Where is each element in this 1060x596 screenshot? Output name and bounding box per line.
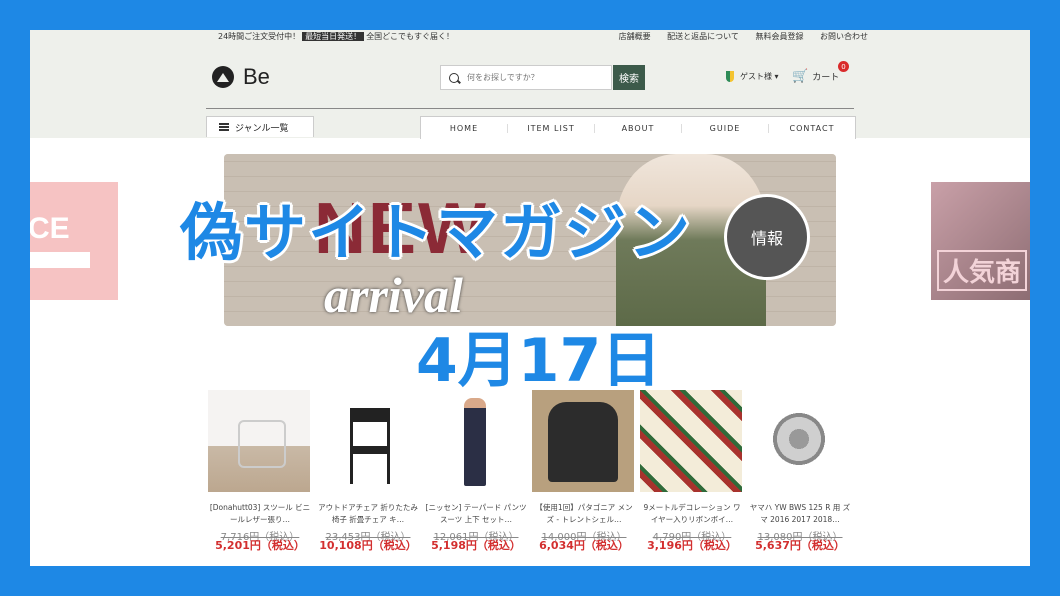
- search-icon: [449, 72, 459, 83]
- product-sale-price: 5,201円（税込）: [215, 539, 305, 552]
- link-store-info[interactable]: 店舗概要: [619, 32, 651, 41]
- beginner-leaf-icon: [726, 71, 734, 82]
- guest-menu[interactable]: ゲスト様 ▾: [726, 71, 779, 82]
- overlay-date: 4月17日: [416, 326, 662, 396]
- cart-button[interactable]: 🛒 カート 0: [792, 61, 849, 84]
- promo-ribbon: [30, 252, 90, 268]
- product-card[interactable]: [ニッセン] テーパード パンツスーツ 上下 セット… 12,061円（税込） …: [424, 390, 528, 566]
- guest-label: ゲスト様: [740, 72, 772, 81]
- promo-left-text: CE: [30, 212, 70, 245]
- product-name[interactable]: [Donahutt03] スツール ビニールレザー張り…: [208, 502, 312, 526]
- genre-menu-button[interactable]: ジャンル一覧: [206, 116, 314, 137]
- product-list: [Donahutt03] スツール ビニールレザー張り… 7,716円（税込） …: [208, 390, 850, 566]
- product-image-jacket[interactable]: [532, 390, 634, 492]
- product-card[interactable]: 9メートルデコレーション ワイヤー入りリボンボイ… 4,790円（税込） 3,1…: [640, 390, 744, 566]
- product-sale-price: 6,034円（税込）: [539, 539, 629, 552]
- product-card[interactable]: アウトドアチェア 折りたたみ椅子 折畳チェア キ… 23,453円（税込） 10…: [316, 390, 420, 566]
- cart-label: カート: [812, 73, 840, 83]
- site-logo[interactable]: Be: [212, 64, 270, 90]
- product-image-suit[interactable]: [424, 390, 526, 492]
- product-name[interactable]: ヤマハ YW BWS 125 R 用 ズマ 2016 2017 2018…: [748, 502, 852, 526]
- product-image-chair[interactable]: [316, 390, 418, 492]
- product-sale-price: 5,198円（税込）: [431, 539, 521, 552]
- link-shipping-returns[interactable]: 配送と返品について: [667, 32, 739, 41]
- search-input[interactable]: [465, 72, 609, 83]
- link-register[interactable]: 無料会員登録: [755, 32, 803, 41]
- logo-text: Be: [243, 64, 270, 89]
- nav-item-list[interactable]: ITEM LIST: [508, 123, 595, 133]
- promo-right-text: 人気商: [937, 250, 1028, 291]
- product-sale-price: 3,196円（税込）: [647, 539, 737, 552]
- logo-mark-icon: [212, 66, 234, 88]
- search-box: [440, 65, 612, 90]
- order-notice: 24時間ご注文受付中！: [218, 32, 301, 41]
- product-image-ignition[interactable]: [748, 390, 850, 492]
- promo-banner-left[interactable]: CE: [30, 182, 118, 300]
- top-bar-notice: 24時間ご注文受付中！ 最短当日発送！ 全国どこでもすぐ届く！: [218, 31, 454, 42]
- shipping-badge: 最短当日発送！: [302, 32, 365, 41]
- product-name[interactable]: 【使用1回】パタゴニア メンズ - トレントシェル…: [532, 502, 636, 526]
- product-name[interactable]: アウトドアチェア 折りたたみ椅子 折畳チェア キ…: [316, 502, 420, 526]
- delivery-notice: 全国どこでもすぐ届く！: [366, 32, 454, 41]
- product-sale-price: 5,637円（税込）: [755, 539, 845, 552]
- nav-contact[interactable]: CONTACT: [769, 124, 855, 133]
- cart-icon: 🛒: [792, 69, 809, 84]
- search-button[interactable]: 検索: [613, 65, 645, 90]
- nav-about[interactable]: ABOUT: [595, 123, 682, 133]
- product-name[interactable]: 9メートルデコレーション ワイヤー入りリボンボイ…: [640, 502, 744, 526]
- product-card[interactable]: [Donahutt03] スツール ビニールレザー張り… 7,716円（税込） …: [208, 390, 312, 566]
- cart-count-badge: 0: [838, 61, 849, 72]
- product-card[interactable]: ヤマハ YW BWS 125 R 用 ズマ 2016 2017 2018… 13…: [748, 390, 852, 566]
- store-screenshot: 24時間ご注文受付中！ 最短当日発送！ 全国どこでもすぐ届く！ 店舗概要 配送と返品…: [30, 30, 1030, 566]
- top-bar-links: 店舗概要 配送と返品について 無料会員登録 お問い合わせ: [605, 31, 868, 42]
- nav-home[interactable]: HOME: [421, 123, 508, 133]
- main-nav: HOME ITEM LIST ABOUT GUIDE CONTACT: [420, 116, 856, 139]
- product-image-ribbon[interactable]: [640, 390, 742, 492]
- hero-badge: 情報: [724, 194, 810, 280]
- overlay-title: 偽サイトマガジン: [180, 196, 693, 269]
- genre-label: ジャンル一覧: [235, 123, 289, 134]
- menu-icon: [219, 123, 229, 131]
- chevron-down-icon: ▾: [772, 72, 779, 81]
- product-sale-price: 10,108円（税込）: [319, 539, 417, 552]
- product-image-stool[interactable]: [208, 390, 310, 492]
- nav-guide[interactable]: GUIDE: [682, 123, 769, 133]
- top-bar: 24時間ご注文受付中！ 最短当日発送！ 全国どこでもすぐ届く！ 店舗概要 配送と返品…: [218, 30, 868, 42]
- promo-banner-right[interactable]: 人気商: [931, 182, 1030, 300]
- product-name[interactable]: [ニッセン] テーパード パンツスーツ 上下 セット…: [424, 502, 528, 526]
- link-contact[interactable]: お問い合わせ: [820, 32, 868, 41]
- header-divider: [206, 108, 854, 109]
- product-card[interactable]: 【使用1回】パタゴニア メンズ - トレントシェル… 14,000円（税込） 6…: [532, 390, 636, 566]
